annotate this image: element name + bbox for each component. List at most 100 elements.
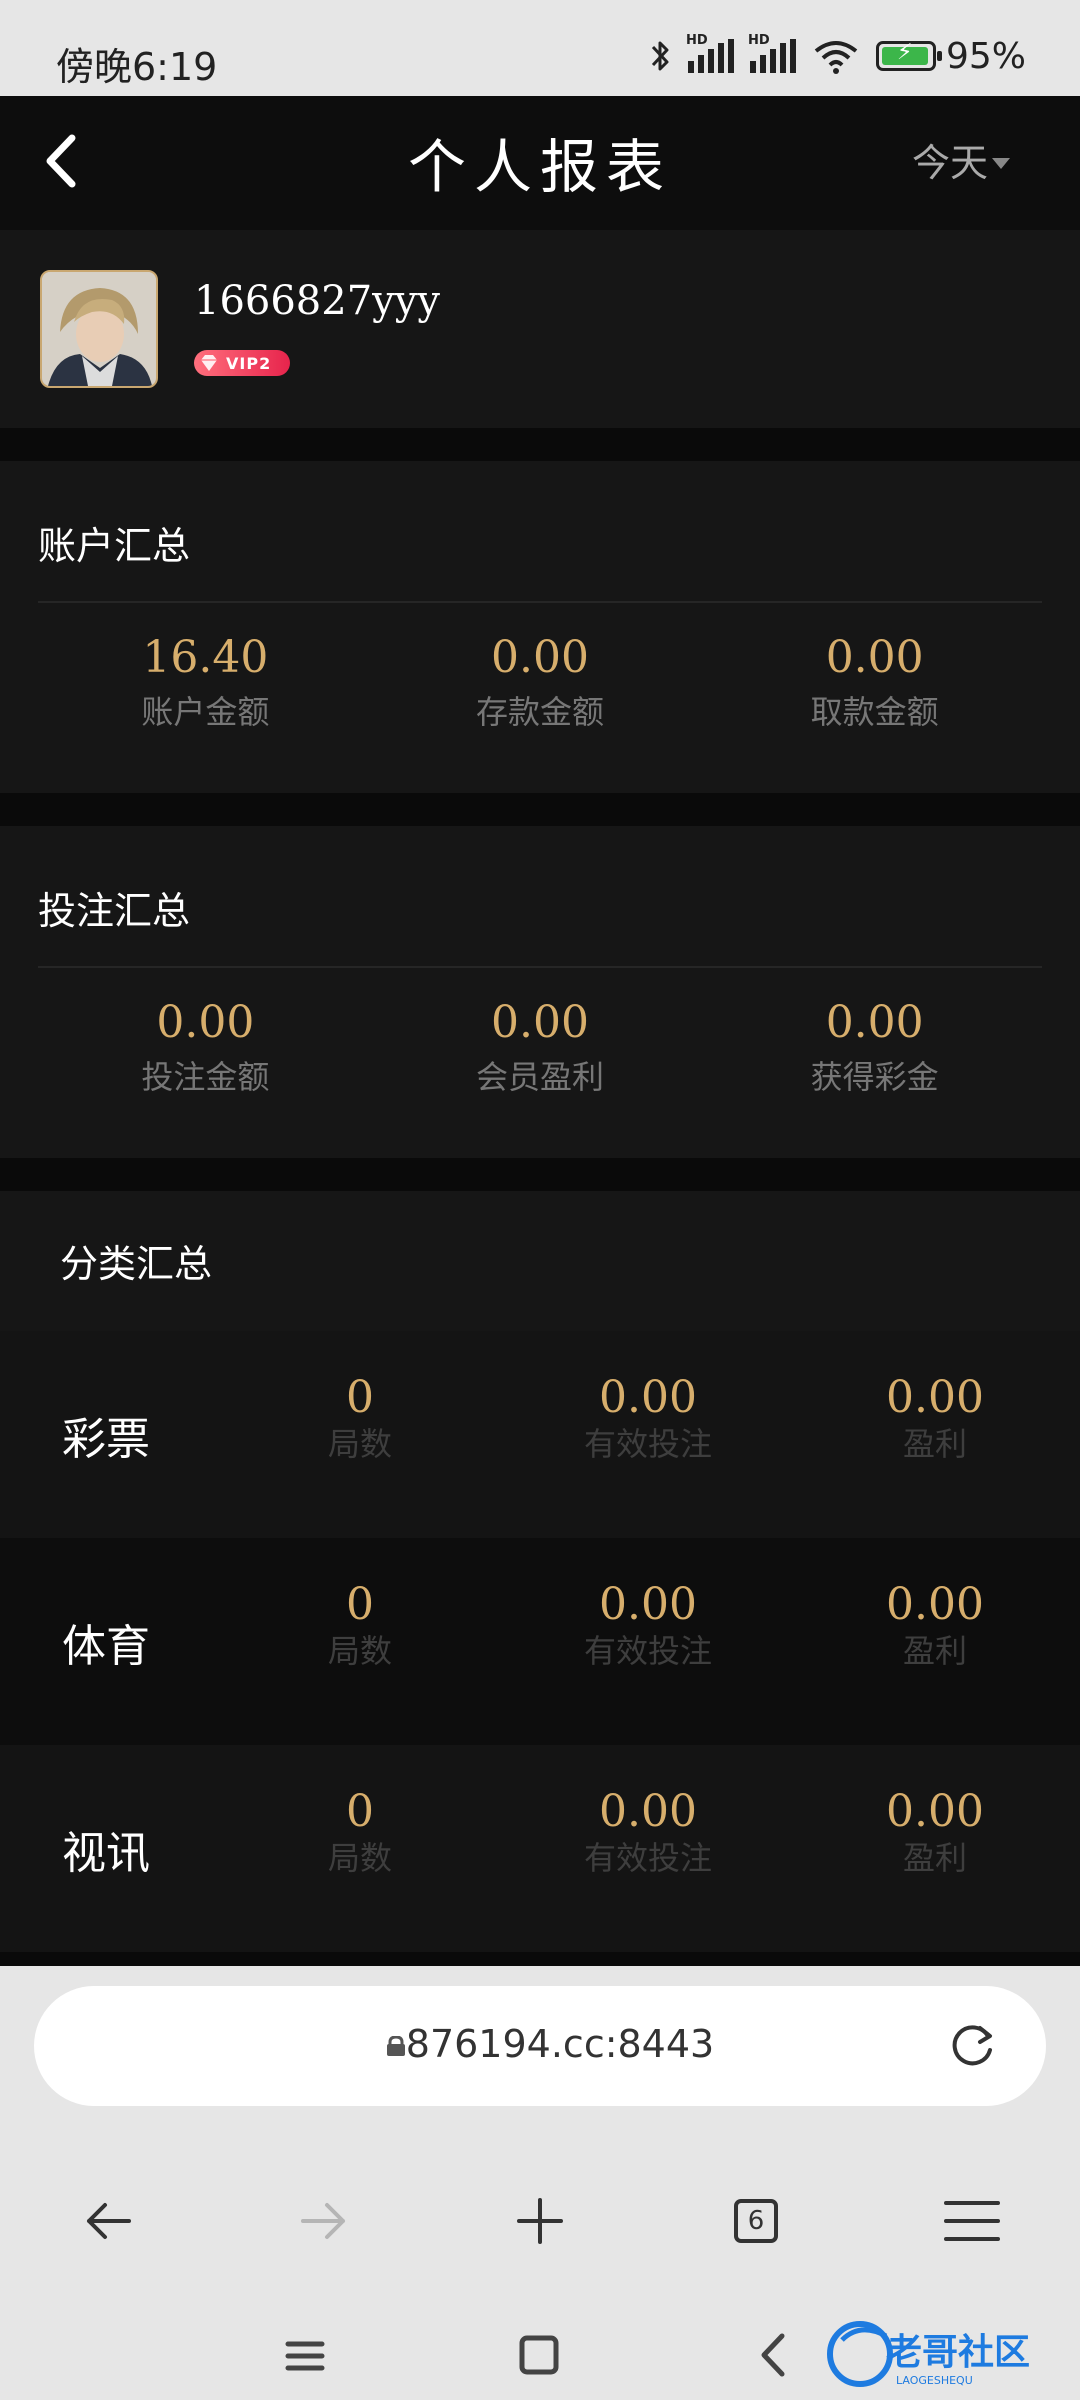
stat-value: 16.40 — [142, 632, 269, 683]
valid-bet-stat: 0.00 有效投注 — [538, 1373, 758, 1465]
username: 1666827yyy — [194, 278, 440, 324]
category-row-live-video[interactable]: 视讯 0 局数 0.00 有效投注 0.00 盈利 — [0, 1745, 1080, 1952]
valid-bet-stat: 0.00 有效投注 — [538, 1580, 758, 1672]
stat-label: 投注金额 — [141, 1058, 270, 1096]
stat-value: 0.00 — [491, 632, 589, 683]
category-summary-title: 分类汇总 — [60, 1242, 213, 1286]
top-navbar: 个人报表 今天 — [0, 96, 1080, 230]
account-summary-card: 账户汇总 16.40 账户金额 0.00 存款金额 0.00 取款金额 — [0, 461, 1080, 793]
url-text: 876194.cc:8443 — [405, 2022, 715, 2066]
rounds-value: 0 — [346, 1579, 374, 1630]
stat-value: 0.00 — [156, 997, 255, 1048]
battery-indicator: ⚡ 95% — [875, 35, 1026, 77]
system-back-button[interactable] — [738, 2326, 808, 2386]
rounds-label: 局数 — [327, 1425, 392, 1463]
svg-text:LAOGESHEQU: LAOGESHEQU — [896, 2374, 973, 2387]
browser-menu-button[interactable] — [912, 2171, 1032, 2271]
stat-label: 取款金额 — [810, 693, 939, 731]
profit-value: 0.00 — [886, 1786, 984, 1837]
stat-label: 获得彩金 — [810, 1058, 939, 1096]
back-button[interactable] — [30, 126, 100, 196]
hd-label-1: HD — [685, 33, 708, 48]
chevron-left-icon — [761, 2333, 785, 2377]
stat-label: 账户金额 — [141, 693, 270, 731]
browser-back-button[interactable] — [48, 2171, 168, 2271]
valid-bet-label: 有效投注 — [583, 1632, 712, 1670]
valid-bet-value: 0.00 — [599, 1579, 697, 1630]
profit-stat: 0.00 盈利 — [825, 1787, 1045, 1879]
rounds-label: 局数 — [327, 1632, 392, 1670]
reload-icon — [952, 2025, 992, 2066]
stat-value: 0.00 — [825, 997, 924, 1048]
bet-summary-title: 投注汇总 — [38, 889, 191, 933]
plus-icon — [517, 2198, 563, 2244]
tabs-icon: 6 — [734, 2199, 778, 2243]
stat-label: 会员盈利 — [476, 1058, 605, 1096]
rounds-stat: 0 局数 — [250, 1373, 470, 1465]
browser-toolbar: 876194.cc:8443 6 老哥社区 LAOGESHEQU — [0, 1966, 1080, 2400]
back-arrow-icon — [46, 134, 76, 188]
profit-label: 盈利 — [902, 1425, 967, 1463]
system-home-button[interactable] — [504, 2326, 574, 2386]
signal-icon-2: HD — [748, 33, 796, 73]
category-row-sports[interactable]: 体育 0 局数 0.00 有效投注 0.00 盈利 — [0, 1538, 1080, 1745]
browser-forward-button[interactable] — [264, 2171, 384, 2271]
stat-bet-amount: 0.00 投注金额 — [38, 996, 373, 1102]
tab-count: 6 — [747, 2206, 765, 2236]
signal-icon-1: HD — [686, 33, 734, 73]
stat-withdraw-amount: 0.00 取款金额 — [707, 631, 1042, 737]
stat-value: 0.00 — [491, 997, 589, 1048]
valid-bet-label: 有效投注 — [583, 1839, 712, 1877]
recents-icon — [285, 2341, 325, 2371]
profit-value: 0.00 — [886, 1372, 984, 1423]
stat-member-profit: 0.00 会员盈利 — [373, 996, 708, 1102]
wifi-icon — [814, 41, 858, 74]
arrow-right-icon — [301, 2203, 345, 2239]
hd-label-2: HD — [747, 33, 770, 48]
browser-nav-row: 6 — [0, 2166, 1080, 2276]
vip-level: VIP2 — [226, 353, 272, 373]
reload-button[interactable] — [944, 2018, 1000, 2074]
status-bar: 傍晚6:19 HD HD ⚡ 95% — [0, 0, 1080, 96]
stat-label: 存款金额 — [476, 693, 605, 731]
status-time: 傍晚6:19 — [56, 45, 218, 89]
system-recents-button[interactable] — [270, 2326, 340, 2386]
category-name: 彩票 — [62, 1414, 150, 1465]
profit-value: 0.00 — [886, 1579, 984, 1630]
category-name: 视讯 — [62, 1828, 150, 1879]
profit-stat: 0.00 盈利 — [825, 1580, 1045, 1672]
rounds-label: 局数 — [327, 1839, 392, 1877]
date-filter-label: 今天 — [911, 141, 988, 185]
watermark-logo: 老哥社区 LAOGESHEQU — [827, 2321, 1030, 2387]
tabs-button[interactable]: 6 — [696, 2171, 816, 2271]
caret-down-icon — [992, 158, 1010, 169]
avatar[interactable] — [40, 270, 158, 388]
account-summary-title: 账户汇总 — [38, 524, 191, 568]
valid-bet-stat: 0.00 有效投注 — [538, 1787, 758, 1879]
rounds-stat: 0 局数 — [250, 1580, 470, 1672]
category-name: 体育 — [62, 1621, 150, 1672]
diamond-icon — [201, 355, 217, 371]
category-row-lottery[interactable]: 彩票 0 局数 0.00 有效投注 0.00 盈利 — [0, 1331, 1080, 1538]
bluetooth-icon — [651, 41, 669, 71]
bet-summary-card: 投注汇总 0.00 投注金额 0.00 会员盈利 0.00 获得彩金 — [0, 826, 1080, 1158]
menu-icon — [944, 2201, 1000, 2241]
profile-card: 1666827yyy VIP2 — [0, 230, 1080, 428]
rounds-stat: 0 局数 — [250, 1787, 470, 1879]
stat-account-balance: 16.40 账户金额 — [38, 631, 373, 737]
stat-bonus-received: 0.00 获得彩金 — [707, 996, 1042, 1102]
arrow-left-icon — [87, 2203, 131, 2239]
rounds-value: 0 — [346, 1372, 374, 1423]
new-tab-button[interactable] — [480, 2171, 600, 2271]
avatar-image — [42, 272, 156, 386]
battery-percent: 95% — [945, 35, 1026, 77]
battery-icon: ⚡ — [875, 40, 942, 71]
date-filter-dropdown[interactable]: 今天 — [912, 132, 1010, 187]
stat-value: 0.00 — [825, 632, 924, 683]
app-screen: 个人报表 今天 1666827yyy VIP2 账户汇总 16.40 账户金额 … — [0, 96, 1080, 1966]
divider — [38, 966, 1042, 968]
svg-text:老哥社区: 老哥社区 — [886, 2332, 1030, 2373]
valid-bet-value: 0.00 — [599, 1372, 697, 1423]
address-bar[interactable]: 876194.cc:8443 — [34, 1986, 1046, 2106]
valid-bet-value: 0.00 — [599, 1786, 697, 1837]
